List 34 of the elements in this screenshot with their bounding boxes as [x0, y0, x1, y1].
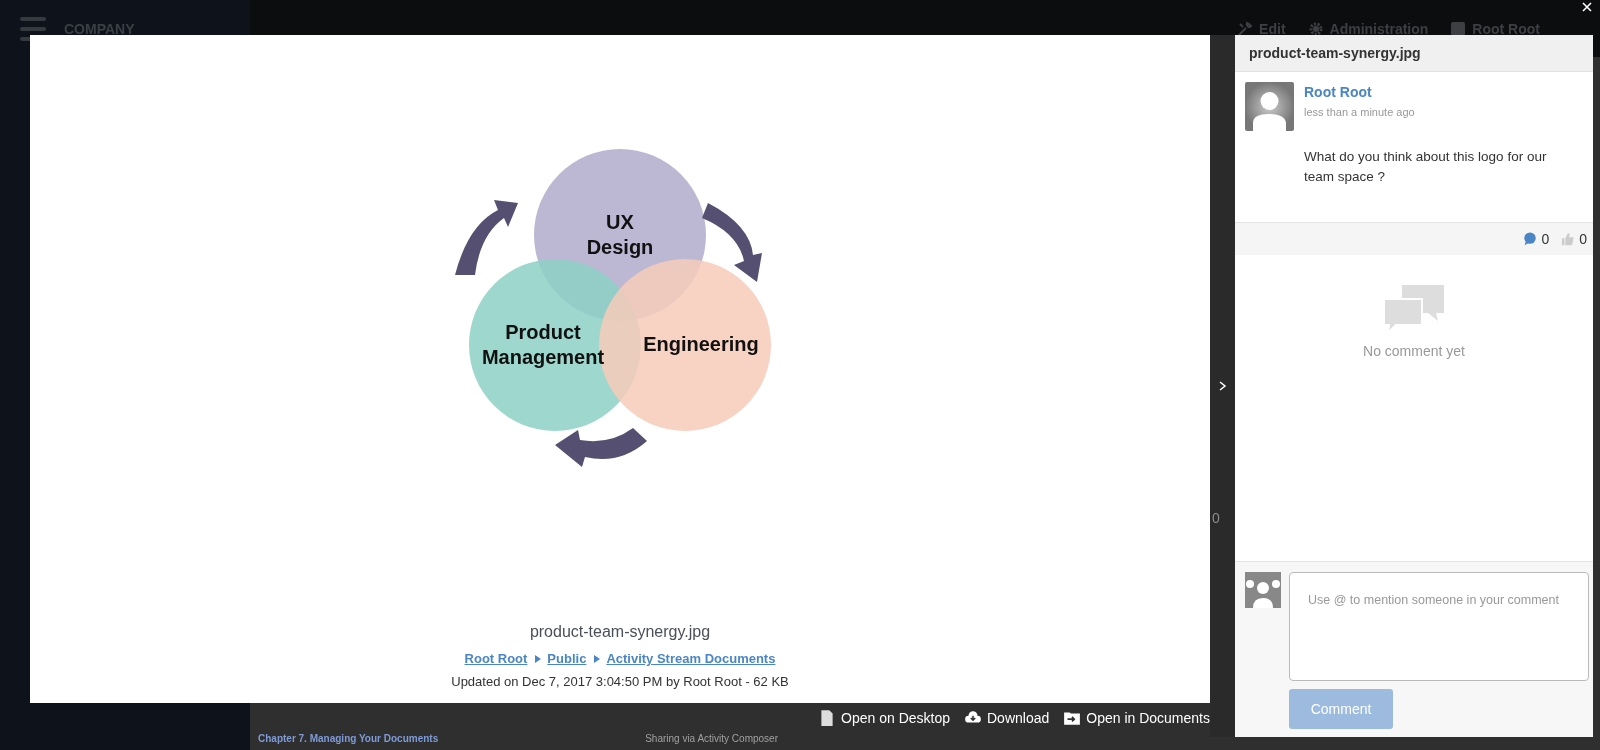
circle-label: UX Design [586, 211, 654, 258]
settings-icon [1307, 20, 1324, 37]
post-message: What do you think about this logo for our team space ? [1304, 148, 1548, 186]
panel-toggle[interactable] [1210, 35, 1235, 737]
document-section: Sharing via Activity Composer [645, 733, 778, 744]
chevron-right-icon [1218, 381, 1227, 391]
file-name: product-team-synergy.jpg [529, 623, 711, 641]
comment-count: 0 [1541, 231, 1550, 247]
comment-icon [1523, 232, 1538, 246]
breadcrumb-link[interactable]: Activity Stream Documents [606, 651, 776, 666]
action-button[interactable]: Download [964, 709, 1050, 727]
caret-icon [533, 654, 542, 663]
panel-title: product-team-synergy.jpg [1235, 35, 1593, 72]
avatar-icon [1245, 82, 1294, 131]
thumbs-up-icon [1561, 232, 1576, 246]
breadcrumb-link[interactable]: Root Root [464, 651, 528, 666]
circle-label: Engineering [643, 333, 759, 355]
action-button[interactable]: Open on Desktop [818, 709, 950, 727]
file-info: Updated on Dec 7, 2017 3:04:50 PM by Root Root - 62 KB [451, 674, 789, 689]
author-name[interactable]: Root Root [1304, 84, 1415, 100]
empty-message: No comment yet [1363, 343, 1465, 359]
tools-icon [1237, 20, 1254, 37]
count-text: 0 [1212, 510, 1220, 526]
close-icon [1580, 0, 1594, 14]
caret-icon [592, 654, 601, 663]
breadcrumb-link[interactable]: Public [547, 651, 587, 666]
avatar-icon [1245, 572, 1281, 608]
document-heading: Chapter 7. Managing Your Documents [258, 733, 439, 744]
circle-label: Product Management [481, 321, 605, 368]
post-time: less than a minute ago [1304, 106, 1415, 118]
comment-field[interactable]: Use @ to mention someone in your comment [1289, 572, 1589, 681]
user-icon [1450, 20, 1467, 37]
action-button[interactable]: Open in Documents [1063, 709, 1210, 727]
like-count: 0 [1579, 231, 1587, 247]
